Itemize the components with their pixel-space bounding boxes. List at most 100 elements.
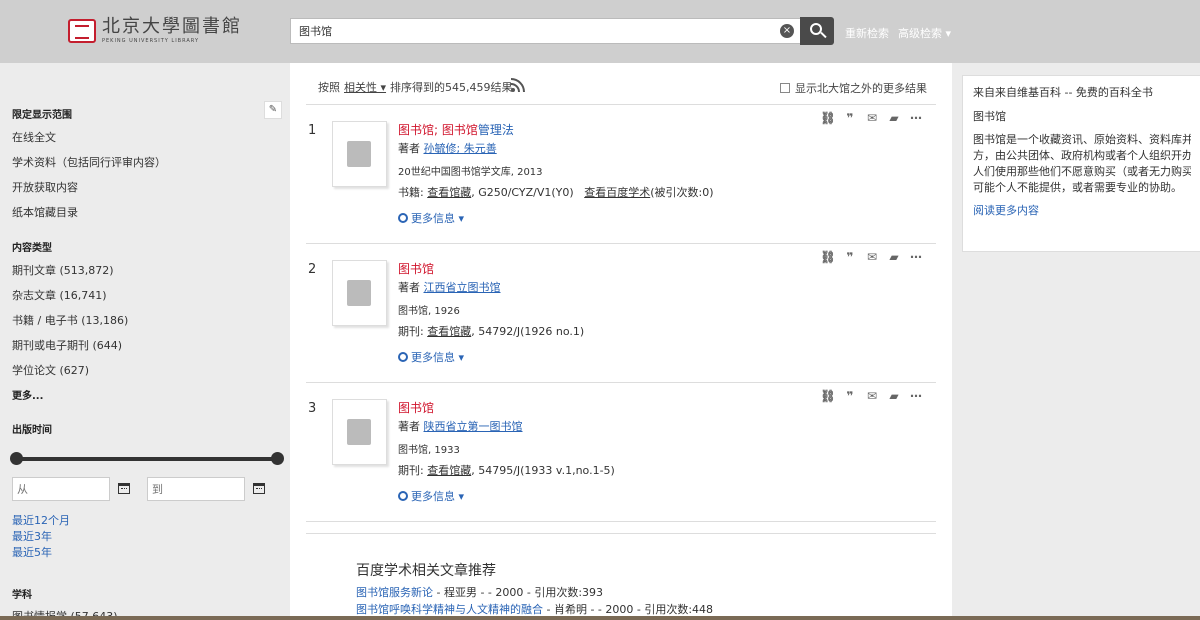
result-title[interactable]: 图书馆; 图书馆管理法 (398, 121, 514, 138)
result-source: 图书馆, 1933 (398, 445, 460, 456)
result-source: 图书馆, 1926 (398, 306, 460, 317)
scope-item-fulltext[interactable]: 在线全文 (12, 129, 56, 145)
right-column: 来自来自维基百科 -- 免费的百科全书 图书馆 图书馆是一个收藏资讯、原始资料、… (952, 63, 1200, 620)
more-info-toggle[interactable]: 更多信息 ▾ (398, 488, 464, 504)
result-item: 1 图书馆; 图书馆管理法 著者 孙毓修; 朱元善 20世纪中国图书馆学文库, … (306, 105, 936, 243)
recommendation-item: 图书馆服务新论 - 程亚男 - - 2000 - 引用次数:393 (356, 586, 604, 599)
scope-heading: 限定显示范围 (12, 110, 72, 121)
quote-icon[interactable]: ❞ (842, 111, 858, 125)
clear-search-button[interactable]: × (780, 24, 794, 38)
more-results-checkbox[interactable] (780, 83, 790, 93)
more-results-label: 显示北大馆之外的更多结果 (795, 82, 927, 95)
advanced-search-link[interactable]: 高级检索 ▾ (898, 25, 951, 41)
view-holdings-link[interactable]: 查看馆藏 (427, 186, 471, 199)
result-number: 2 (308, 262, 317, 277)
type-item-periodical[interactable]: 期刊或电子期刊 (644) (12, 337, 122, 353)
results-panel: 按照 相关性 ▾ 排序得到的545,459结果 显示北大馆之外的更多结果 1 图… (290, 63, 952, 620)
recommendation-item: 图书馆呼唤科学精神与人文精神的融合 - 肖希明 - - 2000 - 引用次数:… (356, 603, 714, 616)
more-actions-icon[interactable]: ⋯ (908, 389, 924, 403)
sort-bar: 按照 相关性 ▾ 排序得到的545,459结果 (318, 79, 513, 95)
result-actions: ⛓ ❞ ✉ ▰ ⋯ (820, 111, 924, 125)
date-last-5-years[interactable]: 最近5年 (12, 544, 52, 560)
author-link[interactable]: 陕西省立第一图书馆 (424, 420, 523, 433)
type-item-journal[interactable]: 期刊文章 (513,872) (12, 262, 114, 278)
save-folder-icon[interactable]: ▰ (886, 389, 902, 403)
date-slider-start-handle[interactable] (10, 452, 23, 465)
quote-icon[interactable]: ❞ (842, 250, 858, 264)
sort-prefix: 按照 (318, 81, 340, 94)
date-to-input[interactable] (147, 477, 245, 501)
result-author: 著者 陕西省立第一图书馆 (398, 420, 523, 433)
more-actions-icon[interactable]: ⋯ (908, 111, 924, 125)
search-button[interactable] (800, 17, 834, 45)
new-search-link[interactable]: 重新检索 (845, 25, 889, 41)
recommendation-link[interactable]: 图书馆服务新论 (356, 586, 433, 599)
link-icon[interactable]: ⛓ (820, 250, 836, 264)
result-author: 著者 孙毓修; 朱元善 (398, 142, 497, 155)
save-folder-icon[interactable]: ▰ (886, 250, 902, 264)
email-icon[interactable]: ✉ (864, 111, 880, 125)
result-title[interactable]: 图书馆 (398, 399, 434, 416)
result-actions: ⛓ ❞ ✉ ▰ ⋯ (820, 389, 924, 403)
wiki-subtitle: 图书馆 (973, 110, 1006, 123)
scope-item-open-access[interactable]: 开放获取内容 (12, 179, 78, 195)
date-slider-track[interactable] (16, 457, 278, 461)
logo-chinese-text: 北京大學圖書館 (102, 16, 242, 37)
link-icon[interactable]: ⛓ (820, 111, 836, 125)
result-author: 著者 江西省立图书馆 (398, 281, 501, 294)
date-from-input[interactable] (12, 477, 110, 501)
type-item-book[interactable]: 书籍 / 电子书 (13,186) (12, 312, 128, 328)
scope-item-peer-reviewed[interactable]: 学术资料（包括同行评审内容） (12, 154, 166, 170)
type-item-magazine[interactable]: 杂志文章 (16,741) (12, 287, 107, 303)
quote-icon[interactable]: ❞ (842, 389, 858, 403)
book-thumbnail[interactable] (332, 121, 387, 187)
email-icon[interactable]: ✉ (864, 250, 880, 264)
more-info-icon (398, 213, 408, 223)
date-slider-end-handle[interactable] (271, 452, 284, 465)
filter-sidebar: 限定显示范围 ✎ 在线全文 学术资料（包括同行评审内容） 开放获取内容 纸本馆藏… (0, 63, 290, 620)
recommendation-link[interactable]: 图书馆呼唤科学精神与人文精神的融合 (356, 603, 543, 616)
baidu-scholar-link[interactable]: 查看百度学术 (584, 186, 650, 199)
top-header: 北京大學圖書館 PEKING UNIVERSITY LIBRARY × 重新检索… (0, 0, 1200, 63)
wiki-title: 来自来自维基百科 -- 免费的百科全书 (973, 86, 1153, 99)
wikipedia-card: 来自来自维基百科 -- 免费的百科全书 图书馆 图书馆是一个收藏资讯、原始资料、… (962, 75, 1200, 252)
search-input[interactable] (299, 23, 759, 39)
view-holdings-link[interactable]: 查看馆藏 (427, 464, 471, 477)
author-link[interactable]: 江西省立图书馆 (424, 281, 501, 294)
library-logo[interactable]: 北京大學圖書館 PEKING UNIVERSITY LIBRARY (68, 18, 242, 44)
type-item-thesis[interactable]: 学位论文 (627) (12, 362, 89, 378)
edit-pencil-icon[interactable]: ✎ (264, 101, 282, 119)
date-heading: 出版时间 (12, 425, 52, 436)
view-holdings-link[interactable]: 查看馆藏 (427, 325, 471, 338)
more-info-icon (398, 491, 408, 501)
bottom-taskbar-edge (0, 616, 1200, 620)
calendar-from-icon[interactable] (118, 483, 130, 494)
date-last-3-years[interactable]: 最近3年 (12, 528, 52, 544)
result-title[interactable]: 图书馆 (398, 260, 434, 277)
scope-item-print[interactable]: 纸本馆藏目录 (12, 204, 78, 220)
author-link[interactable]: 孙毓修; 朱元善 (424, 142, 497, 155)
date-last-12-months[interactable]: 最近12个月 (12, 512, 70, 528)
more-info-toggle[interactable]: 更多信息 ▾ (398, 210, 464, 226)
email-icon[interactable]: ✉ (864, 389, 880, 403)
link-icon[interactable]: ⛓ (820, 389, 836, 403)
more-info-toggle[interactable]: 更多信息 ▾ (398, 349, 464, 365)
more-results-toggle[interactable]: 显示北大馆之外的更多结果 (780, 80, 927, 96)
save-folder-icon[interactable]: ▰ (886, 111, 902, 125)
sort-dropdown[interactable]: 相关性 ▾ (344, 79, 386, 95)
result-actions: ⛓ ❞ ✉ ▰ ⋯ (820, 250, 924, 264)
result-item: 3 图书馆 著者 陕西省立第一图书馆 图书馆, 1933 期刊: 查看馆藏, 5… (306, 383, 936, 521)
result-item: 2 图书馆 著者 江西省立图书馆 图书馆, 1926 期刊: 查看馆藏, 547… (306, 244, 936, 382)
calendar-to-icon[interactable] (253, 483, 265, 494)
journal-thumbnail[interactable] (332, 260, 387, 326)
result-source: 20世纪中国图书馆学文库, 2013 (398, 167, 543, 178)
rss-icon[interactable] (510, 77, 526, 93)
subject-heading: 学科 (12, 590, 32, 601)
result-number: 1 (308, 123, 317, 138)
wiki-read-more-link[interactable]: 阅读更多内容 (973, 202, 1191, 218)
journal-thumbnail[interactable] (332, 399, 387, 465)
result-holdings: 期刊: 查看馆藏, 54792/J(1926 no.1) (398, 325, 585, 338)
more-actions-icon[interactable]: ⋯ (908, 250, 924, 264)
result-holdings: 书籍: 查看馆藏, G250/CYZ/V1(Y0) 查看百度学术(被引次数:0) (398, 186, 714, 199)
more-types-link[interactable]: 更多... (12, 387, 43, 402)
